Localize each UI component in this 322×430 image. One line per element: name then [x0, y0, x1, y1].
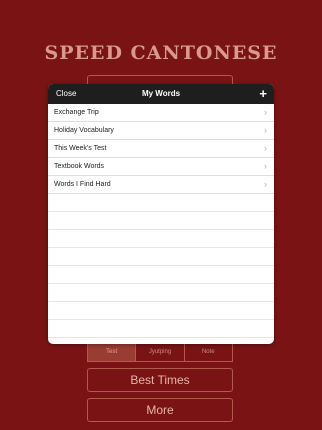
chevron-right-icon: ›	[264, 125, 267, 135]
empty-row	[48, 284, 274, 302]
list-item[interactable]: Words I Find Hard ›	[48, 176, 274, 194]
my-words-modal: Close My Words + Exchange Trip › Holiday…	[48, 84, 274, 344]
segment-note[interactable]: Note	[185, 343, 232, 361]
empty-row	[48, 320, 274, 338]
list-item-label: Holiday Vocabulary	[54, 127, 114, 134]
word-list: Exchange Trip › Holiday Vocabulary › Thi…	[48, 104, 274, 194]
list-item-label: Textbook Words	[54, 163, 105, 170]
chevron-right-icon: ›	[264, 179, 267, 189]
modal-title: My Words	[141, 89, 181, 98]
list-item[interactable]: Holiday Vocabulary ›	[48, 122, 274, 140]
list-item[interactable]: Exchange Trip ›	[48, 104, 274, 122]
add-list-button[interactable]: +	[259, 84, 267, 103]
empty-row	[48, 338, 274, 344]
chevron-right-icon: ›	[264, 161, 267, 171]
mode-segmented-control[interactable]: Test Jyutping Note	[87, 342, 233, 362]
list-item-label: Exchange Trip	[54, 109, 99, 116]
modal-header: Close My Words +	[48, 84, 274, 104]
more-button[interactable]: More	[87, 398, 233, 422]
app-title: SPEED CANTONESE	[44, 42, 278, 64]
chevron-right-icon: ›	[264, 107, 267, 117]
empty-row	[48, 248, 274, 266]
list-item[interactable]: This Week's Test ›	[48, 140, 274, 158]
list-item[interactable]: Textbook Words ›	[48, 158, 274, 176]
empty-row	[48, 302, 274, 320]
empty-row	[48, 194, 274, 212]
segment-jyutping[interactable]: Jyutping	[136, 343, 185, 361]
empty-rows	[48, 194, 274, 344]
empty-row	[48, 212, 274, 230]
empty-row	[48, 266, 274, 284]
list-item-label: Words I Find Hard	[54, 181, 111, 188]
list-item-label: This Week's Test	[54, 145, 107, 152]
chevron-right-icon: ›	[264, 143, 267, 153]
empty-row	[48, 230, 274, 248]
best-times-button[interactable]: Best Times	[87, 368, 233, 392]
segment-test[interactable]: Test	[88, 343, 137, 361]
